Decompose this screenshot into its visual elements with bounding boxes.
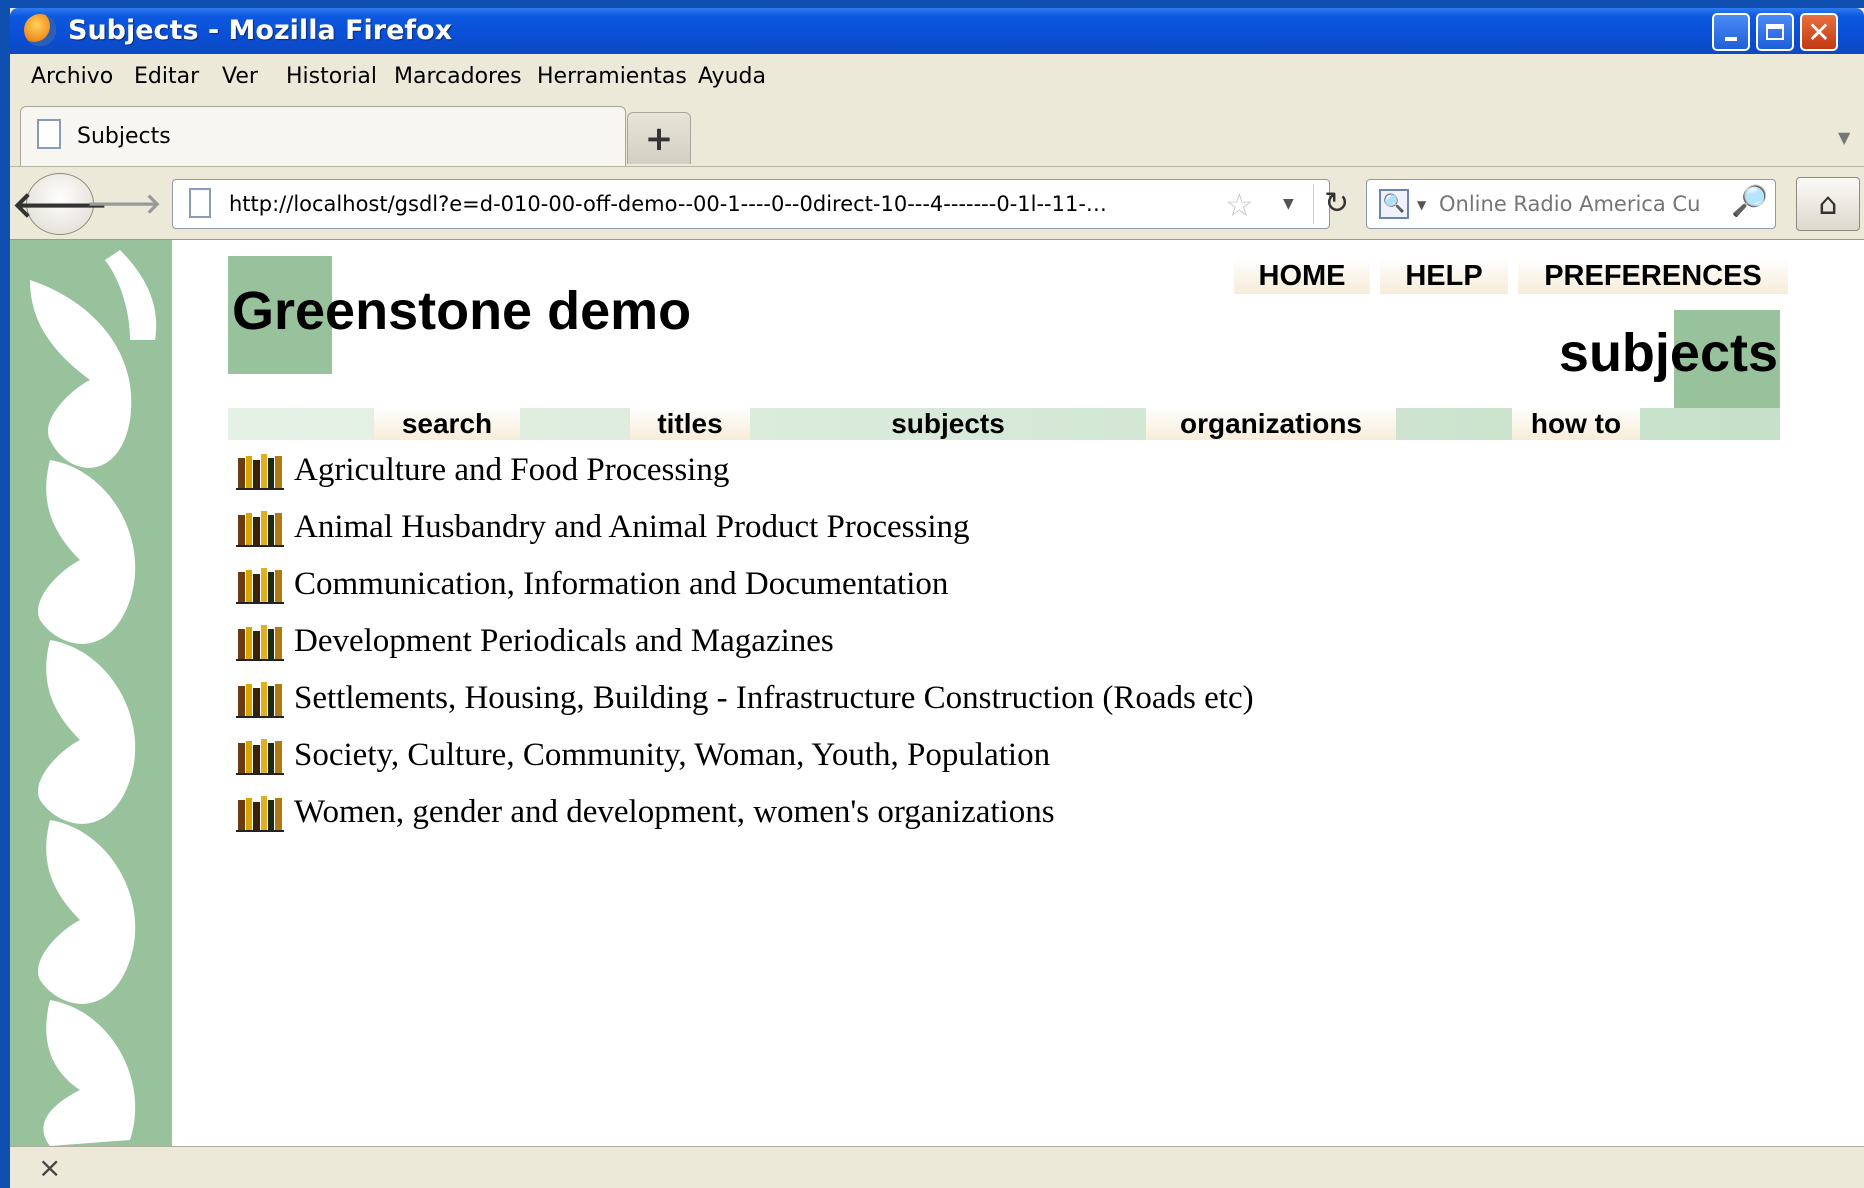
menu-ver[interactable]: Ver (222, 64, 258, 89)
close-window-button[interactable]: ✕ (1800, 13, 1838, 51)
help-link-label: HELP (1405, 260, 1483, 292)
search-bar[interactable]: 🔍 ▼ 🔎 (1366, 179, 1776, 229)
tab-bar: Subjects + ▼ (10, 98, 1864, 167)
new-tab-button[interactable]: + (627, 112, 691, 164)
status-bar: × (10, 1146, 1864, 1188)
nav-how-to[interactable]: how to (1512, 408, 1640, 440)
page-icon (37, 119, 61, 149)
menu-historial[interactable]: Historial (286, 64, 377, 89)
collection-title: Greenstone demo (232, 281, 692, 341)
maximize-icon (1766, 24, 1784, 40)
page-content: Greenstone demo HOME HELP PREFERENCES su… (10, 240, 1864, 1146)
menu-editar[interactable]: Editar (134, 64, 199, 89)
nav-search[interactable]: search (374, 408, 520, 440)
preferences-link-label: PREFERENCES (1544, 260, 1762, 292)
back-button[interactable]: 🡐 (12, 173, 108, 235)
subject-label[interactable]: Communication, Information and Documenta… (294, 566, 948, 603)
menu-marcadores[interactable]: Marcadores (394, 64, 522, 89)
home-icon: ⌂ (1818, 186, 1838, 222)
site-identity-icon[interactable] (189, 188, 211, 218)
search-go-icon[interactable]: 🔎 (1731, 184, 1768, 219)
navigation-toolbar: 🡐 🡒 http://localhost/gsdl?e=d-010-00-off… (10, 167, 1864, 240)
subject-label[interactable]: Agriculture and Food Processing (294, 452, 729, 489)
title-bar: Subjects - Mozilla Firefox ✕ (10, 8, 1864, 54)
window-title: Subjects - Mozilla Firefox (68, 15, 453, 46)
address-bar[interactable]: http://localhost/gsdl?e=d-010-00-off-dem… (172, 179, 1349, 229)
nav-subjects: subjects (891, 408, 1005, 439)
tab-label: Subjects (77, 124, 171, 149)
bookshelf-icon[interactable] (236, 511, 284, 547)
help-link[interactable]: HELP (1380, 258, 1508, 294)
close-icon: ✕ (1807, 15, 1831, 49)
collection-nav-bar: search titles subjects organizations how… (228, 408, 1780, 440)
reload-icon[interactable]: ↻ (1313, 184, 1349, 224)
bookshelf-icon[interactable] (236, 625, 284, 661)
minimize-icon (1725, 37, 1737, 41)
bookshelf-icon[interactable] (236, 682, 284, 718)
minimize-button[interactable] (1712, 13, 1750, 51)
home-link-label: HOME (1258, 260, 1346, 292)
browser-window: Subjects - Mozilla Firefox ✕ Archivo Edi… (10, 8, 1864, 1188)
forward-arrow-icon: 🡒 (86, 187, 162, 220)
maximize-button[interactable] (1756, 13, 1794, 51)
subject-label[interactable]: Settlements, Housing, Building - Infrast… (294, 680, 1254, 717)
bookshelf-icon[interactable] (236, 796, 284, 832)
preferences-link[interactable]: PREFERENCES (1518, 258, 1788, 294)
menu-herramientas[interactable]: Herramientas (537, 64, 687, 89)
menu-archivo[interactable]: Archivo (31, 64, 113, 89)
search-engine-dropdown-icon[interactable]: ▼ (1417, 198, 1426, 212)
nav-titles[interactable]: titles (630, 408, 750, 440)
subject-label[interactable]: Development Periodicals and Magazines (294, 623, 834, 660)
tab-list-dropdown-icon[interactable]: ▼ (1838, 128, 1850, 147)
braid-decoration (10, 240, 172, 1146)
close-status-icon[interactable]: × (38, 1151, 61, 1184)
bookshelf-icon[interactable] (236, 739, 284, 775)
url-text[interactable]: http://localhost/gsdl?e=d-010-00-off-dem… (229, 192, 1129, 216)
forward-button[interactable]: 🡒 (86, 183, 161, 223)
search-input[interactable] (1439, 192, 1725, 216)
bookmark-star-icon[interactable]: ☆ (1225, 186, 1254, 224)
bookshelf-icon[interactable] (236, 454, 284, 490)
tab-subjects[interactable]: Subjects (20, 106, 626, 166)
menu-ayuda[interactable]: Ayuda (698, 64, 766, 89)
menu-bar: Archivo Editar Ver Historial Marcadores … (10, 54, 1864, 98)
subject-label[interactable]: Society, Culture, Community, Woman, Yout… (294, 737, 1050, 774)
history-dropdown-icon[interactable]: ▼ (1283, 196, 1294, 212)
search-engine-icon[interactable]: 🔍 (1379, 189, 1409, 219)
subject-label[interactable]: Animal Husbandry and Animal Product Proc… (294, 509, 970, 546)
subject-label[interactable]: Women, gender and development, women's o… (294, 794, 1055, 831)
firefox-logo-icon (24, 14, 56, 46)
bookshelf-icon[interactable] (236, 568, 284, 604)
page-heading: subjects (1558, 323, 1778, 383)
home-button[interactable]: ⌂ (1796, 177, 1860, 231)
nav-organizations[interactable]: organizations (1146, 408, 1396, 440)
home-link[interactable]: HOME (1234, 258, 1370, 294)
